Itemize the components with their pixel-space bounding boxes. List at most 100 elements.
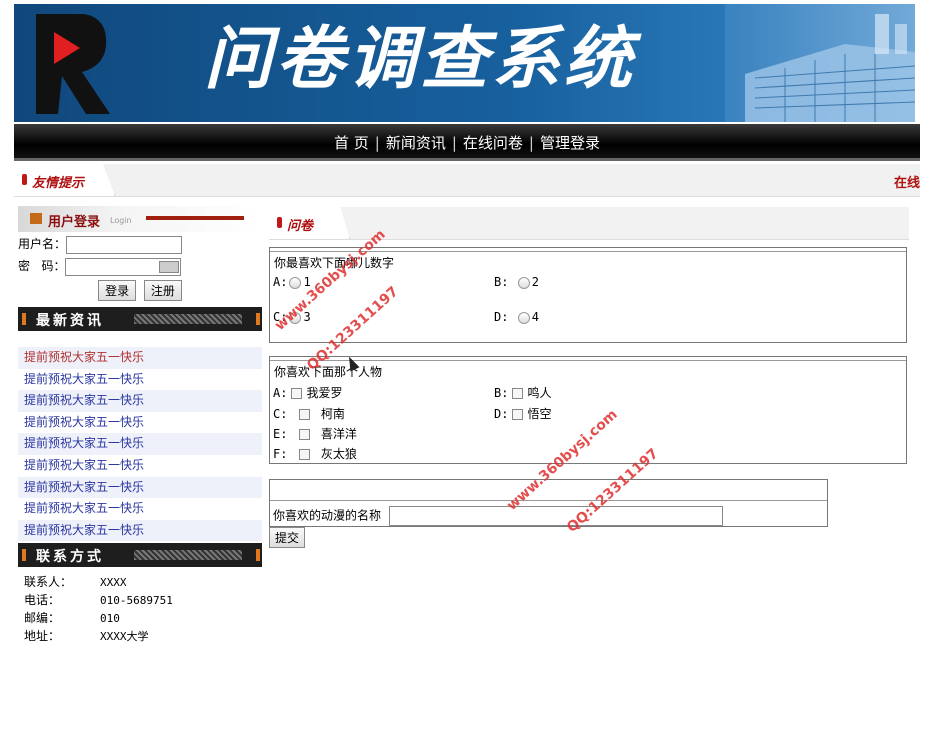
nav-admin-login[interactable]: 管理登录 bbox=[540, 134, 600, 152]
option-key: D: bbox=[494, 310, 509, 324]
pin-icon bbox=[277, 217, 282, 228]
option-text: 2 bbox=[531, 275, 539, 289]
news-item[interactable]: 提前预祝大家五一快乐 bbox=[18, 476, 262, 499]
notice-label: 友情提示 bbox=[32, 176, 85, 191]
survey-tab: 问卷 bbox=[269, 207, 350, 239]
checkbox[interactable] bbox=[298, 429, 310, 440]
news-item[interactable]: 提前预祝大家五一快乐 bbox=[18, 412, 262, 434]
news-item[interactable]: 提前预祝大家五一快乐 bbox=[18, 390, 262, 412]
checkbox[interactable] bbox=[512, 388, 524, 399]
news-item[interactable]: 提前预祝大家五一快乐 bbox=[18, 369, 262, 391]
contact-key: 电话： bbox=[24, 593, 61, 608]
option-text: 灰太狼 bbox=[320, 447, 357, 461]
news-item[interactable]: 提前预祝大家五一快乐 bbox=[18, 433, 262, 455]
contact-row: 地址： XXXX大学 bbox=[24, 627, 262, 645]
keyboard-icon[interactable] bbox=[159, 260, 180, 273]
option-text: 柯南 bbox=[320, 407, 345, 421]
username-label: 用户名： bbox=[18, 237, 67, 251]
option-key: A: bbox=[273, 386, 288, 400]
contact-key: 地址： bbox=[24, 629, 61, 644]
site-banner: 问卷调查系统 bbox=[14, 4, 915, 122]
notice-bar: 友情提示 在线 bbox=[14, 164, 920, 197]
banner-building-image bbox=[725, 4, 915, 122]
checkbox[interactable] bbox=[298, 449, 310, 460]
contact-row: 联系人： XXXX bbox=[24, 573, 262, 591]
contact-value: 010-5689751 bbox=[100, 594, 173, 608]
q1-option-b[interactable]: B: 2 bbox=[494, 275, 539, 289]
submit-button[interactable]: 提交 bbox=[269, 527, 306, 548]
option-key: A: bbox=[273, 275, 288, 289]
site-logo bbox=[36, 14, 110, 114]
checkbox[interactable] bbox=[298, 409, 310, 420]
notice-marquee[interactable]: 在线 bbox=[894, 172, 920, 191]
contact-header: 联系方式 bbox=[18, 543, 262, 568]
notice-tab: 友情提示 bbox=[14, 164, 115, 196]
checkbox[interactable] bbox=[512, 409, 524, 420]
radio-button[interactable] bbox=[289, 276, 302, 289]
question-3: 你喜欢的动漫的名称 bbox=[269, 479, 828, 527]
question-3-row: 你喜欢的动漫的名称 bbox=[273, 506, 723, 526]
site-title: 问卷调查系统 bbox=[204, 19, 637, 99]
username-row: 用户名： bbox=[18, 234, 262, 254]
option-key: F: bbox=[273, 447, 288, 461]
survey-tab-label: 问卷 bbox=[287, 219, 314, 234]
login-button[interactable]: 登录 bbox=[98, 280, 137, 301]
q2-option-b[interactable]: B: 鸣人 bbox=[494, 384, 551, 401]
option-key: B: bbox=[494, 275, 509, 289]
option-key: C: bbox=[273, 407, 288, 421]
q2-option-f[interactable]: F: 灰太狼 bbox=[273, 445, 357, 462]
pin-icon bbox=[22, 549, 26, 562]
checkbox[interactable] bbox=[291, 388, 303, 399]
news-header: 最新资讯 bbox=[18, 307, 262, 331]
option-text: 我爱罗 bbox=[306, 386, 343, 400]
header-divider bbox=[146, 216, 244, 220]
register-button[interactable]: 注册 bbox=[143, 280, 182, 301]
news-item[interactable]: 提前预祝大家五一快乐 bbox=[18, 498, 262, 520]
pin-icon bbox=[22, 174, 27, 185]
q2-option-e[interactable]: E: 喜洋洋 bbox=[273, 425, 357, 442]
option-text: 4 bbox=[531, 310, 539, 324]
main-nav: 首 页 | 新闻资讯 | 在线问卷 | 管理登录 bbox=[14, 124, 920, 161]
login-heading-en: Login bbox=[110, 216, 132, 225]
left-column: 用户登录 Login 用户名： 密 码： 登录 注册 最新资讯 提前预祝大家五一… bbox=[18, 206, 262, 645]
q1-option-a[interactable]: A: 1 bbox=[273, 275, 311, 289]
contact-value: 010 bbox=[100, 612, 120, 626]
password-row: 密 码： bbox=[18, 256, 262, 276]
login-buttons: 登录 注册 bbox=[18, 280, 262, 301]
radio-button[interactable] bbox=[517, 311, 530, 324]
news-heading: 最新资讯 bbox=[36, 313, 104, 329]
q2-option-a[interactable]: A: 我爱罗 bbox=[273, 384, 342, 401]
news-item[interactable]: 提前预祝大家五一快乐 bbox=[18, 519, 262, 542]
news-list: 提前预祝大家五一快乐 提前预祝大家五一快乐 提前预祝大家五一快乐 提前预祝大家五… bbox=[18, 347, 262, 542]
login-heading: 用户登录 bbox=[48, 215, 101, 230]
header-hatch bbox=[134, 314, 242, 324]
anime-name-input[interactable] bbox=[388, 506, 723, 526]
username-input[interactable] bbox=[66, 235, 183, 254]
nav-survey[interactable]: 在线问卷 bbox=[463, 134, 523, 152]
pin-icon bbox=[256, 549, 260, 562]
nav-news[interactable]: 新闻资讯 bbox=[386, 134, 446, 152]
option-key: D: bbox=[494, 407, 509, 421]
contact-row: 邮编： 010 bbox=[24, 609, 262, 627]
radio-button[interactable] bbox=[517, 276, 530, 289]
contact-heading: 联系方式 bbox=[36, 549, 104, 566]
nav-home[interactable]: 首 页 bbox=[334, 134, 369, 152]
option-key: B: bbox=[494, 386, 509, 400]
news-item[interactable]: 提前预祝大家五一快乐 bbox=[18, 347, 262, 369]
arrow-icon bbox=[30, 213, 42, 224]
login-header: 用户登录 Login bbox=[18, 206, 262, 232]
option-text: 悟空 bbox=[527, 407, 552, 421]
q2-option-d[interactable]: D: 悟空 bbox=[494, 405, 551, 422]
contact-row: 电话： 010-5689751 bbox=[24, 591, 262, 609]
option-text: 喜洋洋 bbox=[320, 427, 357, 441]
contact-key: 联系人： bbox=[24, 575, 73, 590]
survey-header: 问卷 bbox=[269, 207, 909, 240]
pin-icon bbox=[256, 313, 260, 325]
q2-option-c[interactable]: C: 柯南 bbox=[273, 405, 345, 422]
contact-value: XXXX bbox=[100, 576, 127, 590]
q1-option-d[interactable]: D: 4 bbox=[494, 310, 539, 324]
contact-key: 邮编： bbox=[24, 611, 61, 626]
contact-info: 联系人： XXXX 电话： 010-5689751 邮编： 010 地址： XXXX大学 bbox=[18, 573, 262, 645]
news-item[interactable]: 提前预祝大家五一快乐 bbox=[18, 455, 262, 477]
question-3-label: 你喜欢的动漫的名称 bbox=[273, 508, 382, 523]
